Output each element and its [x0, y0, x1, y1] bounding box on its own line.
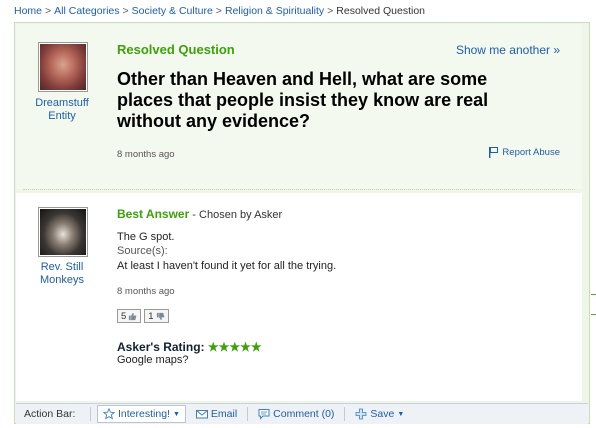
- interesting-button[interactable]: Interesting! ▼: [97, 405, 186, 423]
- asker-name-line2[interactable]: Entity: [27, 110, 97, 123]
- breadcrumb: Home > All Categories > Society & Culture > Re…: [14, 5, 425, 17]
- answerer-avatar[interactable]: [38, 207, 88, 257]
- answerer-name-line1[interactable]: Rev. Still: [27, 261, 97, 274]
- answer-section: [16, 193, 582, 401]
- report-abuse-label[interactable]: Report Abuse: [502, 147, 560, 158]
- thumbs-down-count: 1: [148, 310, 154, 322]
- breadcrumb-current: Resolved Question: [336, 5, 426, 17]
- breadcrumb-separator: >: [215, 5, 222, 17]
- star-icon: [103, 408, 115, 420]
- comment-button[interactable]: Comment (0): [254, 408, 338, 420]
- asker-name-line1[interactable]: Dreamstuff: [27, 97, 97, 110]
- breadcrumb-separator: >: [122, 5, 129, 17]
- answer-text: The G spot.: [117, 231, 175, 243]
- thumbs-up-count: 5: [121, 310, 127, 322]
- answerer-name[interactable]: Rev. Still Monkeys: [27, 261, 97, 287]
- action-bar-divider: [344, 407, 346, 421]
- action-bar: Action Bar: Interesting! ▼ Email Comment…: [16, 403, 588, 424]
- answer-time: 8 months ago: [117, 286, 175, 297]
- asker-avatar[interactable]: [38, 42, 88, 92]
- email-label[interactable]: Email: [211, 408, 237, 420]
- status-title: Resolved Question: [117, 42, 235, 57]
- envelope-icon: [195, 410, 208, 419]
- question-panel: Dreamstuff Entity Resolved Question Show…: [14, 22, 590, 424]
- interesting-label[interactable]: Interesting!: [118, 408, 170, 420]
- action-bar-divider: [90, 407, 91, 421]
- chevron-down-icon: ▼: [397, 410, 405, 418]
- best-answer-heading: Best Answer - Chosen by Asker: [117, 207, 282, 221]
- flag-icon: [489, 147, 499, 158]
- comment-label[interactable]: Comment (0): [273, 408, 334, 420]
- breadcrumb-separator: >: [327, 5, 334, 17]
- thumbs-up-icon: [129, 312, 137, 320]
- action-bar-label: Action Bar:: [24, 408, 76, 420]
- edge-line: [591, 294, 596, 295]
- thumbs-up-button[interactable]: 5: [117, 309, 142, 323]
- best-answer-label: Best Answer: [117, 207, 190, 221]
- vote-buttons: 5 1: [117, 309, 169, 323]
- answerer-name-line2[interactable]: Monkeys: [27, 274, 97, 287]
- breadcrumb-all-categories[interactable]: All Categories: [54, 5, 119, 17]
- show-another-link[interactable]: Show me another »: [456, 43, 560, 57]
- source-text: At least I haven't found it yet for all …: [117, 260, 337, 272]
- breadcrumb-religion-spirituality[interactable]: Religion & Spirituality: [225, 5, 324, 17]
- breadcrumb-separator: >: [45, 5, 52, 17]
- sources-label: Source(s):: [117, 245, 168, 257]
- rating-stars-icon: ★★★★★: [207, 340, 262, 354]
- section-divider: [23, 189, 575, 190]
- thumbs-down-button[interactable]: 1: [144, 309, 169, 323]
- thumbs-down-icon: [156, 312, 164, 320]
- comment-icon: [258, 409, 270, 420]
- question-title: Other than Heaven and Hell, what are som…: [117, 69, 489, 131]
- plus-icon: [356, 408, 367, 420]
- save-label[interactable]: Save: [370, 408, 394, 420]
- chevron-down-icon: ▼: [172, 410, 180, 418]
- question-time: 8 months ago: [117, 149, 175, 160]
- breadcrumb-society-culture[interactable]: Society & Culture: [132, 5, 213, 17]
- edge-line: [591, 314, 596, 315]
- askers-rating: Asker's Rating: ★★★★★: [117, 340, 262, 354]
- email-button[interactable]: Email: [192, 408, 241, 420]
- breadcrumb-home[interactable]: Home: [14, 5, 42, 17]
- asker-name[interactable]: Dreamstuff Entity: [27, 97, 97, 123]
- save-button[interactable]: Save ▼: [351, 408, 408, 420]
- rating-label: Asker's Rating:: [117, 340, 205, 354]
- chosen-by-label: - Chosen by Asker: [189, 209, 283, 221]
- rating-comment: Google maps?: [117, 354, 189, 366]
- action-bar-divider: [247, 407, 249, 421]
- report-abuse-link[interactable]: Report Abuse: [489, 147, 560, 158]
